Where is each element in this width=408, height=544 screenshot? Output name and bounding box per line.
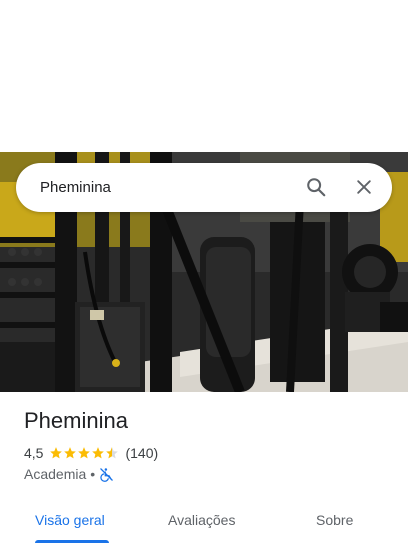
- review-count: (140): [125, 445, 159, 461]
- search-input[interactable]: [40, 179, 270, 196]
- close-button[interactable]: [352, 175, 376, 199]
- star-full-icon: [50, 447, 63, 459]
- place-tabs: Visão geral Avaliações Sobre: [0, 500, 408, 544]
- star-full-icon: [92, 447, 105, 459]
- rating-value: 4,5: [24, 445, 44, 461]
- place-details-panel: Pheminina 4,5 (140) Academia • Visão ger…: [0, 392, 408, 544]
- star-half-icon: [106, 447, 119, 459]
- star-full-icon: [64, 447, 77, 459]
- tab-overview[interactable]: Visão geral: [35, 512, 105, 528]
- active-tab-indicator: [35, 540, 109, 543]
- category-row: Academia •: [24, 465, 114, 483]
- rating-row[interactable]: 4,5 (140): [24, 444, 158, 462]
- tab-about[interactable]: Sobre: [316, 512, 353, 528]
- search-bar: [16, 163, 392, 212]
- close-icon: [357, 180, 371, 194]
- tab-reviews[interactable]: Avaliações: [168, 512, 235, 528]
- wheelchair-inaccessible-icon: [100, 467, 113, 482]
- star-full-icon: [78, 447, 91, 459]
- search-icon: [307, 178, 326, 197]
- search-button[interactable]: [304, 175, 328, 199]
- star-rating: [49, 446, 119, 460]
- place-category: Academia: [24, 466, 87, 482]
- place-title: Pheminina: [24, 408, 128, 433]
- separator: •: [90, 466, 96, 482]
